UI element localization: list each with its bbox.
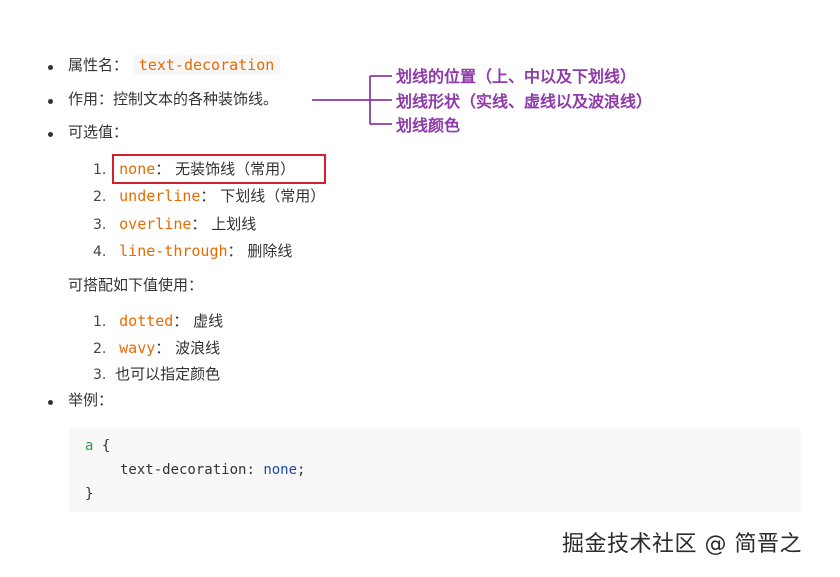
combo-item: 3. 也可以指定颜色 — [93, 364, 220, 385]
annotation-color: 划线颜色 — [396, 116, 461, 135]
value-code: overline — [119, 215, 192, 233]
value-desc: 删除线 — [247, 242, 293, 260]
combo-sep: ： — [155, 339, 171, 357]
code-line-1: a { — [85, 435, 110, 457]
property-value: text-decoration — [132, 55, 281, 75]
value-number: 2. — [93, 189, 107, 205]
code-block: a { text-decoration: none; } — [69, 428, 801, 512]
example-label: 举例： — [68, 391, 114, 409]
value-item: 4. line-through： 删除线 — [93, 241, 292, 262]
code-selector: a — [85, 438, 94, 454]
combo-number: 3. — [93, 367, 107, 383]
combo-code: dotted — [119, 312, 174, 330]
value-number: 4. — [93, 244, 107, 260]
combo-item: 2. wavy： 波浪线 — [93, 338, 220, 359]
combo-sep: ： — [173, 312, 189, 330]
code-line-3: } — [85, 483, 93, 505]
combo-desc: 也可以指定颜色 — [115, 365, 221, 383]
combo-label: 可搭配如下值使用： — [68, 276, 204, 294]
value-sep: ： — [191, 215, 207, 233]
bullet-dot — [48, 132, 53, 137]
code-value: none — [263, 462, 298, 478]
value-desc: 下划线（常用） — [220, 187, 326, 205]
value-code: underline — [119, 187, 201, 205]
value-desc: 上划线 — [211, 215, 257, 233]
code-line-2: text-decoration: none; — [120, 459, 305, 481]
value-sep: ： — [227, 242, 243, 260]
property-label: 属性名： — [68, 56, 129, 74]
value-item: 2. underline： 下划线（常用） — [93, 186, 325, 207]
options-label: 可选值： — [68, 123, 129, 141]
value-item: 3. overline： 上划线 — [93, 214, 256, 235]
bullet-dot — [48, 400, 53, 405]
bullet-dot — [48, 99, 53, 104]
combo-desc: 虚线 — [193, 312, 224, 330]
annotation-connector — [312, 75, 392, 125]
watermark: 掘金技术社区 @ 简晋之 — [562, 532, 802, 557]
code-brace-open: { — [101, 438, 111, 454]
highlight-box — [112, 154, 326, 184]
property-line: 属性名： text-decoration — [68, 55, 281, 75]
combo-number: 1. — [93, 314, 107, 330]
value-number: 1. — [93, 162, 107, 178]
code-property: text-decoration — [120, 462, 247, 478]
value-number: 3. — [93, 217, 107, 233]
combo-item: 1. dotted： 虚线 — [93, 311, 223, 332]
purpose-text: 控制文本的各种装饰线。 — [113, 90, 279, 108]
value-code: line-through — [119, 242, 228, 260]
combo-number: 2. — [93, 341, 107, 357]
value-sep: ： — [200, 187, 216, 205]
code-colon: : — [246, 462, 255, 478]
combo-desc: 波浪线 — [175, 339, 221, 357]
annotation-shape: 划线形状（实线、虚线以及波浪线） — [396, 92, 653, 111]
code-brace-close: } — [85, 486, 94, 502]
annotation-position: 划线的位置（上、中以及下划线） — [396, 67, 637, 86]
code-semicolon: ; — [297, 462, 306, 478]
bullet-dot — [48, 65, 53, 70]
purpose-label: 作用： — [68, 90, 114, 108]
combo-code: wavy — [119, 339, 156, 357]
purpose-line: 作用：控制文本的各种装饰线。 — [68, 89, 278, 109]
